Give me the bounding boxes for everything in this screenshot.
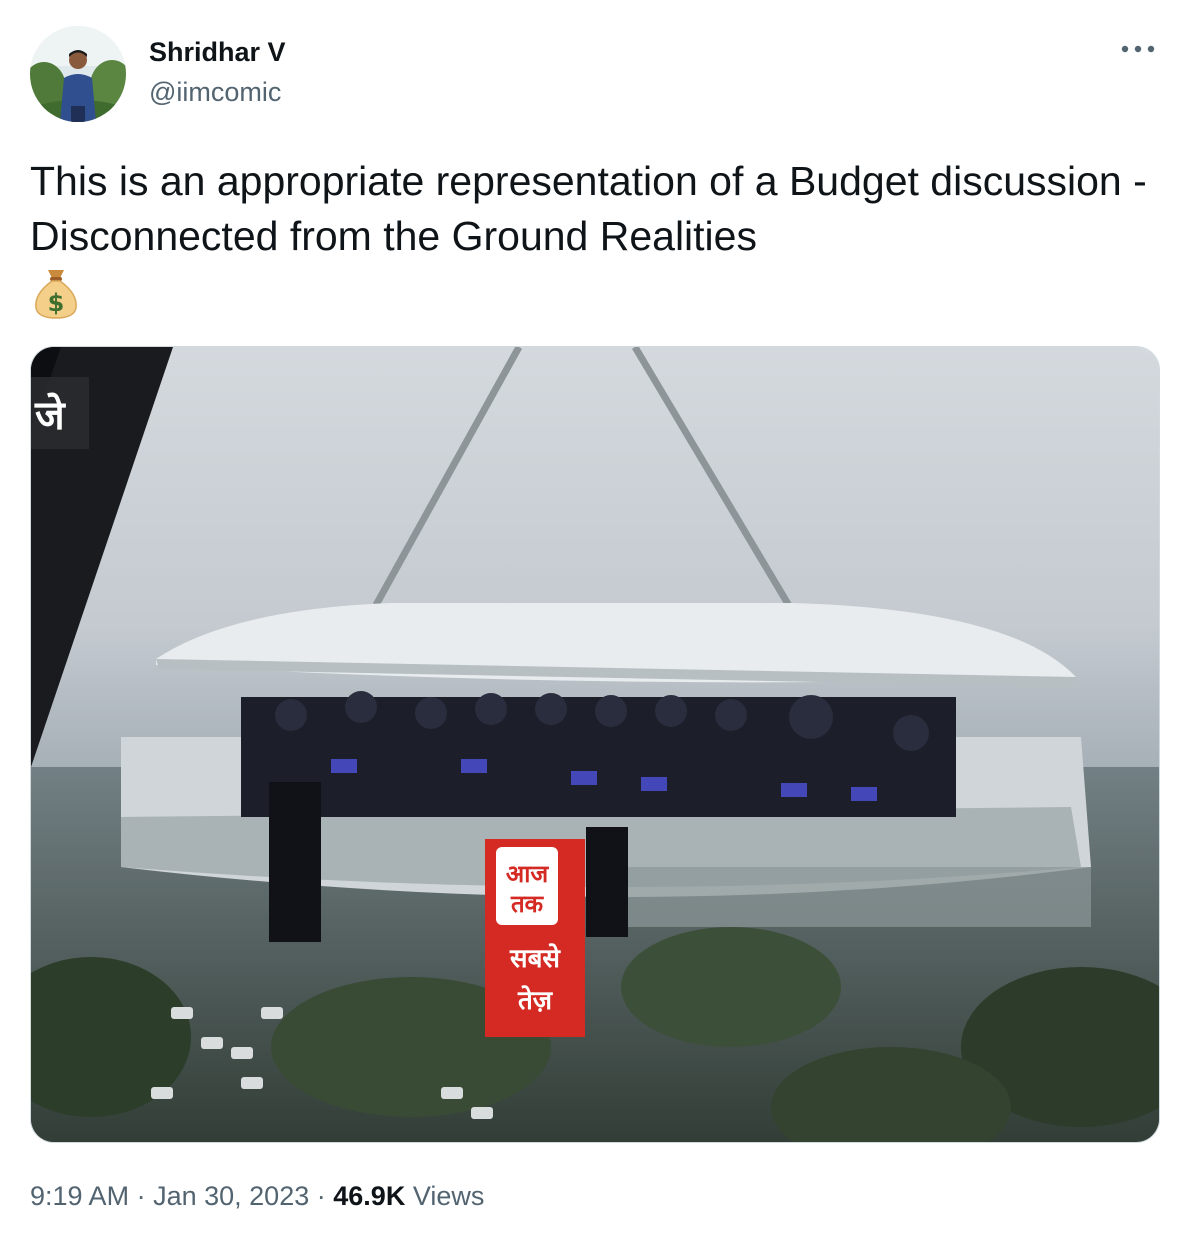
svg-text:$: $ [48, 289, 65, 317]
tweet-text: This is an appropriate representation of… [30, 158, 1147, 259]
money-bag-icon: $ [30, 266, 82, 334]
meta-separator: · [136, 1181, 146, 1211]
tweet-time[interactable]: 9:19 AM [30, 1181, 129, 1211]
tweet-media[interactable]: आज तक सबसे तेज़ जे [30, 346, 1160, 1143]
author-display-name[interactable]: Shridhar V [149, 36, 286, 68]
author-block: Shridhar V @iimcomic [149, 36, 286, 110]
banner-logo-line2: तक [510, 890, 545, 918]
tweet-meta: 9:19 AM · Jan 30, 2023 · 46.9K Views [30, 1178, 484, 1214]
banner-line1: सबसे [509, 943, 561, 974]
author-handle[interactable]: @iimcomic [149, 74, 286, 110]
views-label: Views [412, 1181, 485, 1211]
banner-logo-line1: आज [506, 860, 550, 888]
tweet-card: Shridhar V @iimcomic This is an appropri… [0, 0, 1186, 1240]
banner-line2: तेज़ [517, 985, 554, 1016]
more-options-button[interactable] [1118, 34, 1158, 64]
views-count: 46.9K [333, 1181, 406, 1211]
overlay-corner-text: जे [34, 392, 66, 439]
more-horizontal-icon [1121, 45, 1155, 53]
meta-separator-2: · [316, 1181, 326, 1211]
avatar[interactable] [30, 26, 126, 122]
media-image: आज तक सबसे तेज़ जे [31, 347, 1159, 1142]
tweet-date[interactable]: Jan 30, 2023 [153, 1181, 309, 1211]
avatar-image [30, 26, 126, 122]
tweet-text-block: This is an appropriate representation of… [30, 154, 1160, 334]
